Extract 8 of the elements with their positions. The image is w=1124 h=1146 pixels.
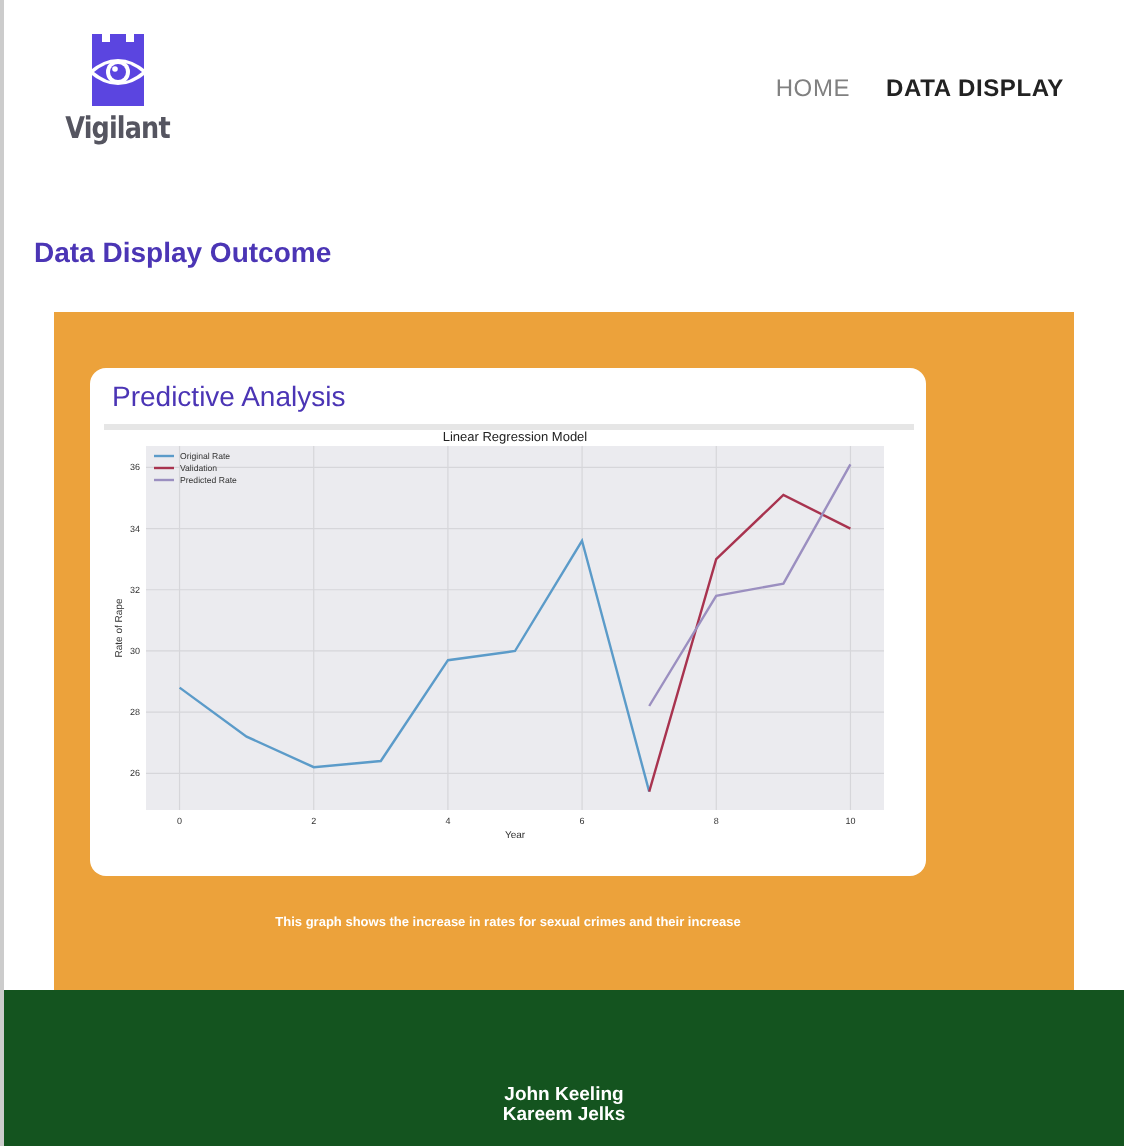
- tower-eye-icon: [87, 34, 148, 106]
- card-title: Predictive Analysis: [112, 380, 348, 412]
- logo-text: Vigilant: [65, 110, 170, 146]
- author-name: Kareem Jelks: [502, 1106, 626, 1126]
- page-heading: Data Display Outcome: [34, 236, 334, 268]
- author-name: John Keeling: [504, 1086, 624, 1106]
- nav-link[interactable]: HOME: [775, 74, 851, 102]
- nav-link[interactable]: DATA DISPLAY: [886, 74, 1064, 102]
